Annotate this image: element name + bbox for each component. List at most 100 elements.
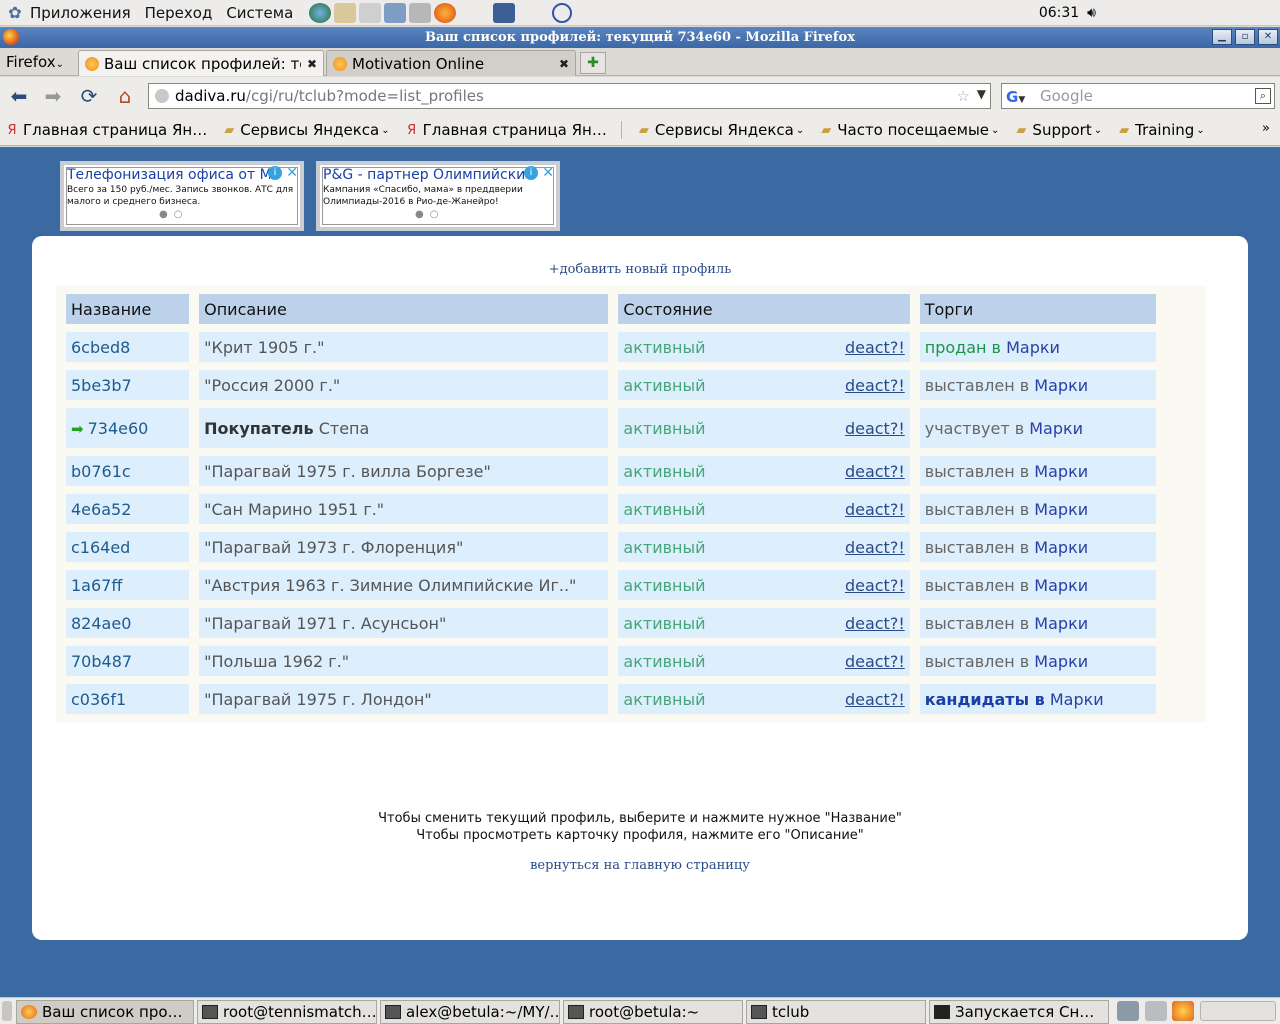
back-button[interactable]: ⬅ (6, 84, 32, 108)
menu-places[interactable]: Переход (145, 4, 213, 22)
ad-info-icon[interactable]: i (268, 166, 282, 180)
url-bar[interactable]: dadiva.ru/cgi/ru/tclub?mode=list_profile… (148, 83, 991, 109)
profile-description-cell[interactable]: "Австрия 1963 г. Зимние Олимпийские Иг..… (199, 570, 609, 600)
profile-description-cell[interactable]: "Парагвай 1975 г. вилла Боргезе" (199, 456, 609, 486)
ad-close-icon[interactable]: ✕ (286, 165, 298, 181)
minimize-button[interactable]: ▁ (1212, 29, 1232, 45)
task-terminal-tennismatch[interactable]: root@tennismatch… (197, 1000, 377, 1024)
close-tab-icon[interactable]: ✖ (307, 57, 317, 71)
ad-info-icon[interactable]: i (524, 166, 538, 180)
profile-name-link[interactable]: c036f1 (71, 690, 126, 709)
profile-name-link[interactable]: 1a67ff (71, 576, 122, 595)
google-engine-icon[interactable]: G▼ (1006, 88, 1025, 106)
bookmark-star-icon[interactable]: ☆ (957, 87, 970, 105)
profile-name-cell[interactable]: 6cbed8 (66, 332, 190, 362)
workspace-pager[interactable] (1200, 1001, 1276, 1021)
mail-launcher-icon[interactable] (334, 2, 357, 23)
market-link[interactable]: Марки (1029, 419, 1083, 438)
ad-close-icon[interactable]: ✕ (542, 165, 554, 181)
maximize-button[interactable]: ▫ (1235, 29, 1255, 45)
firefox-menu-button[interactable]: Firefox⌄ (6, 53, 64, 71)
show-desktop-icon[interactable] (2, 1001, 12, 1021)
profile-name-link[interactable]: 734e60 (88, 419, 149, 438)
profile-name-cell[interactable]: 824ae0 (66, 608, 190, 638)
profile-description-cell[interactable]: "Сан Марино 1951 г." (199, 494, 609, 524)
task-screenshot[interactable]: Запускается Сн… (929, 1000, 1109, 1024)
profile-name-link[interactable]: 824ae0 (71, 614, 131, 633)
profile-name-cell[interactable]: 1a67ff (66, 570, 190, 600)
add-profile-link[interactable]: +добавить новый профиль (32, 262, 1248, 277)
market-link[interactable]: Марки (1034, 576, 1088, 595)
bookmark-most-visited[interactable]: ▰ Часто посещаемые ⌄ (818, 121, 999, 139)
menu-applications[interactable]: Приложения (30, 4, 131, 22)
profile-description-cell[interactable]: "Крит 1905 г." (199, 332, 609, 362)
bookmarks-overflow-button[interactable]: » (1262, 121, 1270, 136)
back-to-home-link[interactable]: вернуться на главную страницу (32, 858, 1248, 873)
ad-banner-mts[interactable]: Телефонизация офиса от МТС Всего за 150 … (60, 161, 304, 231)
profile-name-link[interactable]: 70b487 (71, 652, 132, 671)
profile-name-cell[interactable]: 5be3b7 (66, 370, 190, 400)
deactivate-link[interactable]: deact?! (845, 462, 905, 481)
profile-name-link[interactable]: 5be3b7 (71, 376, 132, 395)
market-link[interactable]: Марки (1006, 338, 1060, 357)
bookmark-yandex-services-2[interactable]: ▰ Сервисы Яндекса ⌄ (636, 121, 804, 139)
trash-icon[interactable] (1145, 1001, 1167, 1021)
profile-description-cell[interactable]: Покупатель Степа (199, 408, 609, 448)
home-button[interactable]: ⌂ (112, 84, 138, 108)
market-link[interactable]: Марки (1034, 538, 1088, 557)
tab-profiles[interactable]: Ваш список профилей: те… ✖ (78, 50, 324, 76)
profile-name-link[interactable]: b0761c (71, 462, 131, 481)
profile-name-cell[interactable]: ➡ 734e60 (66, 408, 190, 448)
market-link[interactable]: Марки (1034, 376, 1088, 395)
bookmark-support[interactable]: ▰ Support ⌄ (1013, 121, 1102, 139)
profile-name-link[interactable]: 4e6a52 (71, 500, 131, 519)
menu-system[interactable]: Система (226, 4, 293, 22)
volume-icon[interactable]: 🔊︎ (1087, 5, 1096, 21)
gnome-foot-icon[interactable]: ✿ (6, 3, 24, 22)
workspace-switcher-icon[interactable] (1117, 1001, 1139, 1021)
site-identity-icon[interactable] (155, 89, 169, 103)
profile-description-cell[interactable]: "Польша 1962 г." (199, 646, 609, 676)
forward-button[interactable]: ➡ (40, 84, 66, 108)
bookmark-yandex-home-1[interactable]: Я Главная страница Ян… (4, 121, 207, 139)
url-dropdown-icon[interactable]: ▼ (977, 87, 986, 101)
notes-launcher-icon[interactable] (359, 2, 382, 23)
deactivate-link[interactable]: deact?! (845, 690, 905, 709)
deactivate-link[interactable]: deact?! (845, 538, 905, 557)
market-link[interactable]: Марки (1034, 500, 1088, 519)
media-launcher-icon[interactable] (434, 2, 457, 23)
new-tab-button[interactable]: ✚ (580, 52, 606, 74)
deactivate-link[interactable]: deact?! (845, 652, 905, 671)
bookmark-yandex-services-1[interactable]: ▰ Сервисы Яндекса ⌄ (221, 121, 389, 139)
task-tclub[interactable]: tclub (746, 1000, 926, 1024)
bookmark-yandex-home-2[interactable]: Я Главная страница Ян… (404, 121, 607, 139)
profile-name-cell[interactable]: 70b487 (66, 646, 190, 676)
reload-button[interactable]: ⟳ (76, 84, 102, 108)
ad-banner-pg[interactable]: P&G - партнер Олимпийских игр Кампания «… (316, 161, 560, 231)
profile-name-cell[interactable]: c036f1 (66, 684, 190, 714)
disk-launcher-icon[interactable] (409, 2, 432, 23)
clock[interactable]: 06:31 (1039, 5, 1079, 21)
profile-name-link[interactable]: 6cbed8 (71, 338, 130, 357)
deactivate-link[interactable]: deact?! (845, 338, 905, 357)
market-link[interactable]: Марки (1034, 462, 1088, 481)
task-firefox[interactable]: Ваш список про… (16, 1000, 194, 1024)
deactivate-link[interactable]: deact?! (845, 376, 905, 395)
close-tab-icon[interactable]: ✖ (559, 57, 569, 71)
close-window-button[interactable]: ✕ (1258, 29, 1278, 45)
profile-name-cell[interactable]: b0761c (66, 456, 190, 486)
market-link[interactable]: Марки (1034, 652, 1088, 671)
profile-description-cell[interactable]: "Россия 2000 г." (199, 370, 609, 400)
market-link[interactable]: Марки (1034, 614, 1088, 633)
monitor-launcher-icon[interactable] (493, 2, 516, 23)
market-link[interactable]: Марки (1050, 690, 1104, 709)
network-launcher-icon[interactable] (552, 2, 573, 23)
task-terminal-alex[interactable]: alex@betula:~/MY/… (380, 1000, 560, 1024)
ad-pager-dots[interactable]: ●○ (159, 209, 188, 220)
search-bar[interactable]: G▼ Google ⌕ (1001, 83, 1275, 109)
profile-description-cell[interactable]: "Парагвай 1973 г. Флоренция" (199, 532, 609, 562)
deactivate-link[interactable]: deact?! (845, 500, 905, 519)
tab-motivation[interactable]: Motivation Online ✖ (326, 50, 576, 76)
profile-name-cell[interactable]: c164ed (66, 532, 190, 562)
bookmark-training[interactable]: ▰ Training ⌄ (1116, 121, 1205, 139)
